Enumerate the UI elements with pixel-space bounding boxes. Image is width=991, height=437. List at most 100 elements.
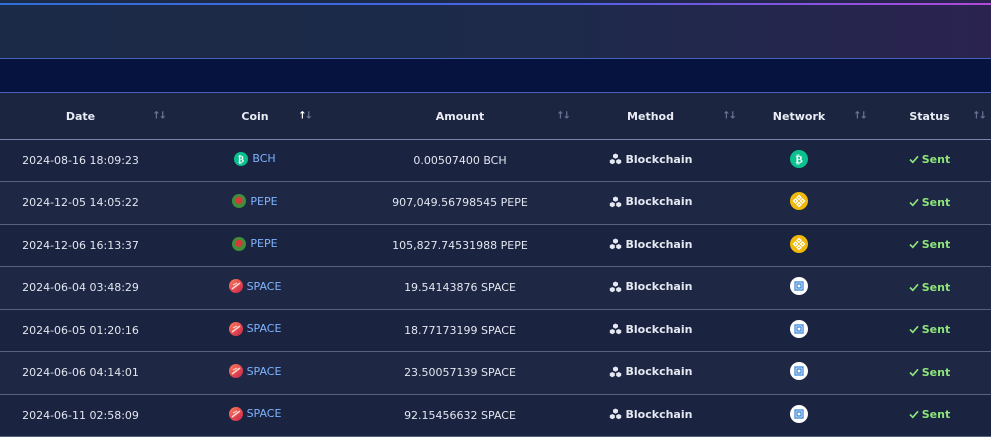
blockchain-icon — [609, 281, 621, 292]
cell-amount: 92.15456632 SPACE — [349, 394, 571, 437]
status-text: Sent — [921, 195, 951, 209]
cell-date: 2024-06-11 02:58:09 — [0, 394, 161, 437]
top-banner — [0, 0, 991, 58]
date-text: 2024-12-05 14:05:22 — [22, 196, 139, 210]
table-row[interactable]: 2024-06-05 01:20:16 SPACE 18.77173199 SP… — [0, 309, 991, 352]
cell-status: Sent — [868, 224, 991, 267]
cell-amount: 18.77173199 SPACE — [349, 309, 571, 352]
bsc-icon — [790, 192, 808, 211]
cell-method: Blockchain — [571, 139, 730, 182]
cell-method: Blockchain — [571, 394, 730, 437]
accent-line — [0, 3, 991, 5]
cell-method: Blockchain — [571, 309, 730, 352]
amount-text: 92.15456632 SPACE — [404, 408, 516, 422]
bch-icon: ₿ — [790, 149, 808, 168]
header-amount[interactable]: Amount ↑↓ — [349, 94, 571, 140]
cell-amount: 0.00507400 BCH — [349, 139, 571, 182]
coin-symbol: SPACE — [246, 279, 282, 293]
coin-symbol: PEPE — [250, 194, 278, 208]
cell-amount: 23.50057139 SPACE — [349, 351, 571, 395]
pepe-coin-icon — [232, 236, 247, 251]
coin-link[interactable]: ₿ BCH — [234, 151, 276, 166]
space-network-icon — [790, 362, 808, 381]
bch-coin-icon: ₿ — [234, 151, 249, 166]
method-text: Blockchain — [625, 365, 693, 378]
coin-link[interactable]: SPACE — [228, 364, 282, 379]
date-text: 2024-06-06 04:14:01 — [22, 366, 139, 380]
space-coin-icon — [228, 364, 243, 379]
date-text: 2024-06-11 02:58:09 — [22, 408, 139, 422]
cell-network — [730, 309, 868, 352]
cell-date: 2024-06-04 03:48:29 — [0, 266, 161, 310]
header-method[interactable]: Method ↑↓ — [571, 94, 737, 140]
cell-date: 2024-06-05 01:20:16 — [0, 309, 161, 352]
space-coin-icon — [228, 321, 243, 336]
date-text: 2024-06-05 01:20:16 — [22, 323, 139, 337]
cell-method: Blockchain — [571, 266, 730, 310]
coin-link[interactable]: SPACE — [228, 279, 282, 294]
cell-status: Sent — [868, 139, 991, 182]
filter-bar — [0, 58, 991, 93]
cell-network — [730, 394, 868, 437]
cell-date: 2024-08-16 18:09:23 — [0, 139, 161, 182]
header-status-label: Status — [909, 109, 950, 123]
cell-date: 2024-06-06 04:14:01 — [0, 351, 161, 395]
status-text: Sent — [921, 365, 951, 379]
table-row[interactable]: 2024-06-06 04:14:01 SPACE 23.50057139 SP… — [0, 351, 991, 395]
cell-amount: 19.54143876 SPACE — [349, 266, 571, 310]
header-coin-label: Coin — [241, 109, 269, 123]
header-network-label: Network — [772, 109, 826, 123]
amount-text: 18.77173199 SPACE — [404, 323, 516, 337]
sort-asc-icon[interactable]: ↑↓ — [298, 111, 313, 122]
table-row[interactable]: 2024-12-05 14:05:22 PEPE 907,049.5679854… — [0, 181, 991, 225]
cell-amount: 907,049.56798545 PEPE — [349, 181, 571, 225]
header-date[interactable]: Date ↑↓ — [0, 94, 167, 140]
coin-link[interactable]: SPACE — [228, 406, 282, 421]
cell-network — [730, 224, 868, 267]
transactions-table: Date ↑↓ Coin ↑↓ Amount ↑↓ Method ↑↓ Netw… — [0, 94, 991, 437]
coin-symbol: SPACE — [246, 364, 282, 378]
cell-coin: SPACE — [161, 309, 349, 352]
header-status[interactable]: Status ↑↓ — [868, 94, 991, 140]
cell-network — [730, 266, 868, 310]
coin-link[interactable]: SPACE — [228, 321, 281, 336]
cell-coin: SPACE — [161, 266, 349, 310]
check-icon — [909, 283, 919, 292]
status-badge: Sent — [909, 408, 950, 421]
status-badge: Sent — [909, 323, 950, 336]
space-coin-icon — [228, 279, 243, 294]
status-badge: Sent — [909, 153, 950, 166]
pepe-coin-icon — [232, 194, 247, 209]
coin-symbol: SPACE — [246, 407, 282, 421]
cell-method: Blockchain — [571, 351, 730, 395]
cell-coin: ₿ BCH — [161, 139, 349, 182]
table-row[interactable]: 2024-08-16 18:09:23 ₿ BCH 0.00507400 BCH… — [0, 139, 991, 182]
method-text: Blockchain — [625, 152, 693, 166]
space-network-icon — [790, 404, 808, 423]
svg-text:₿: ₿ — [238, 154, 244, 165]
check-icon — [909, 326, 919, 334]
cell-method: Blockchain — [571, 224, 730, 267]
coin-link[interactable]: PEPE — [232, 194, 278, 209]
sort-icon[interactable]: ↑↓ — [972, 111, 987, 122]
status-text: Sent — [921, 153, 951, 167]
header-coin[interactable]: Coin ↑↓ — [161, 94, 349, 140]
status-text: Sent — [921, 280, 951, 294]
amount-text: 23.50057139 SPACE — [404, 366, 516, 380]
blockchain-icon — [609, 323, 621, 335]
cell-status: Sent — [868, 309, 991, 352]
table-row[interactable]: 2024-06-11 02:58:09 SPACE 92.15456632 SP… — [0, 394, 991, 437]
coin-link[interactable]: PEPE — [232, 236, 278, 251]
method-text: Blockchain — [625, 280, 693, 293]
table-row[interactable]: 2024-12-06 16:13:37 PEPE 105,827.7453198… — [0, 224, 991, 267]
cell-date: 2024-12-05 14:05:22 — [0, 181, 161, 225]
header-network[interactable]: Network ↑↓ — [730, 94, 868, 140]
method-label: Blockchain — [609, 152, 693, 166]
sort-icon[interactable]: ↑↓ — [853, 111, 868, 122]
table-row[interactable]: 2024-06-04 03:48:29 SPACE 19.54143876 SP… — [0, 266, 991, 310]
method-label: Blockchain — [609, 365, 693, 378]
method-text: Blockchain — [625, 322, 693, 336]
svg-text:₿: ₿ — [795, 153, 803, 166]
method-text: Blockchain — [625, 237, 693, 251]
sort-icon[interactable]: ↑↓ — [556, 111, 571, 122]
